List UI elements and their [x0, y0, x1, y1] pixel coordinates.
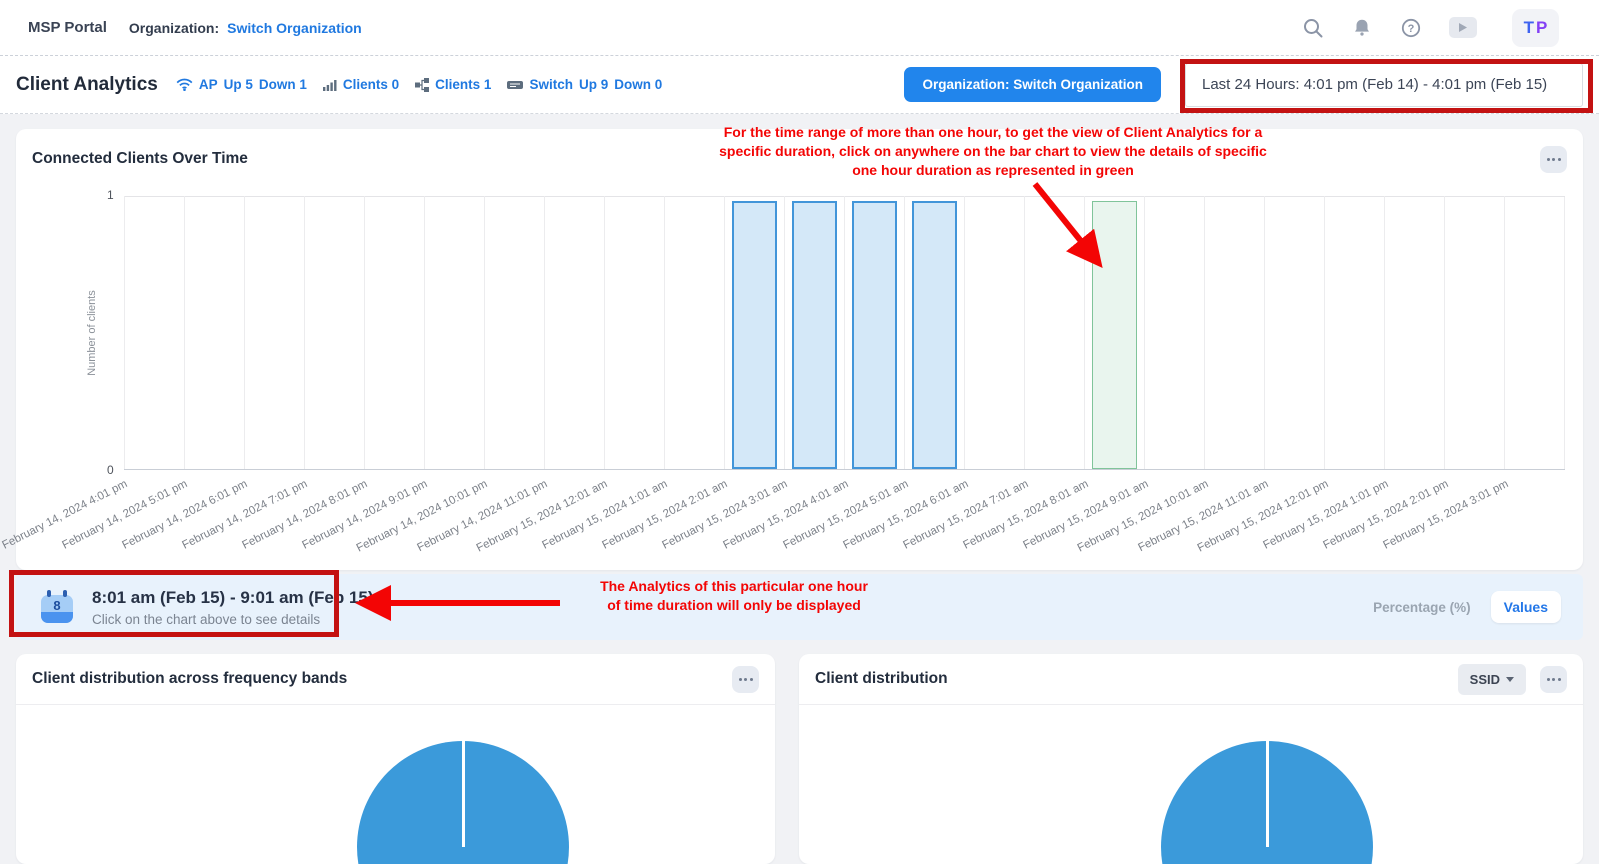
client-distribution-panel: Client distribution SSID	[799, 654, 1583, 864]
ssid-dropdown-label: SSID	[1470, 672, 1500, 687]
chart-bin-11[interactable]	[784, 196, 844, 469]
chart-bin-15[interactable]	[1024, 196, 1084, 469]
client-count-bar[interactable]	[852, 201, 897, 469]
signal-bars-icon	[323, 79, 337, 91]
organization-label: Organization:	[129, 20, 219, 36]
video-tutorial-icon[interactable]	[1449, 17, 1477, 38]
stat-switch-label: Switch	[529, 77, 573, 92]
chart-bin-17[interactable]	[1144, 196, 1204, 469]
stat-clients-signal[interactable]: Clients 0	[323, 77, 399, 92]
stat-clients-topology[interactable]: Clients 1	[415, 77, 491, 92]
frequency-panel-more-options-button[interactable]	[732, 666, 759, 693]
x-axis-labels: February 14, 2024 4:01 pmFebruary 14, 20…	[124, 470, 1565, 562]
chart-bin-9[interactable]	[664, 196, 724, 469]
avatar-initial-last: P	[1536, 18, 1547, 38]
selected-hour-bar: 8 8:01 am (Feb 15) - 9:01 am (Feb 15) Cl…	[16, 574, 1583, 640]
distribution-panel-more-options-button[interactable]	[1540, 666, 1567, 693]
values-toggle[interactable]: Values	[1491, 591, 1561, 623]
chevron-down-icon	[1506, 677, 1514, 682]
frequency-bands-panel: Client distribution across frequency ban…	[16, 654, 775, 864]
search-icon[interactable]	[1302, 17, 1324, 39]
chart-bin-2[interactable]	[244, 196, 304, 469]
selected-hour-hint: Click on the chart above to see details	[92, 612, 374, 627]
chart-bin-1[interactable]	[184, 196, 244, 469]
selected-hour-range: 8:01 am (Feb 15) - 9:01 am (Feb 15)	[92, 588, 374, 608]
distribution-pie-chart[interactable]	[1161, 741, 1373, 864]
chart-bin-0[interactable]	[124, 196, 184, 469]
connected-clients-card: Connected Clients Over Time Number of cl…	[16, 129, 1583, 570]
topology-icon	[415, 78, 429, 92]
y-tick-1: 1	[107, 188, 114, 202]
stat-ap-label: AP	[199, 77, 218, 92]
chart-bin-16[interactable]	[1084, 196, 1144, 469]
chart-bin-3[interactable]	[304, 196, 364, 469]
organization-switch-button[interactable]: Organization: Switch Organization	[904, 67, 1161, 102]
client-count-bar[interactable]	[732, 201, 777, 469]
chart-bin-4[interactable]	[364, 196, 424, 469]
stat-switch-up: Up 9	[579, 77, 608, 92]
wifi-icon	[176, 78, 193, 91]
pie-segment-divider	[1266, 741, 1269, 847]
stat-ap-up: Up 5	[224, 77, 253, 92]
distribution-panel-title: Client distribution	[815, 670, 948, 688]
chart-title: Connected Clients Over Time	[32, 150, 248, 168]
percentage-toggle[interactable]: Percentage (%)	[1373, 600, 1471, 615]
switch-icon	[507, 79, 523, 91]
calendar-icon: 8	[38, 588, 76, 626]
chart-bin-5[interactable]	[424, 196, 484, 469]
stat-clients-signal-label: Clients 0	[343, 77, 399, 92]
stat-switch-down: Down 0	[614, 77, 662, 92]
pie-segment-divider	[462, 741, 465, 847]
top-header: MSP Portal Organization: Switch Organiza…	[0, 0, 1599, 56]
chart-bin-22[interactable]	[1444, 196, 1504, 469]
y-axis-title: Number of clients	[86, 290, 98, 376]
notifications-bell-icon[interactable]	[1351, 17, 1373, 39]
frequency-pie-chart[interactable]	[357, 741, 569, 864]
stat-ap-down: Down 1	[259, 77, 307, 92]
stat-switch[interactable]: Switch Up 9 Down 0	[507, 77, 662, 92]
chart-bin-10[interactable]	[724, 196, 784, 469]
chart-bin-19[interactable]	[1264, 196, 1324, 469]
help-icon[interactable]: ?	[1400, 17, 1422, 39]
chart-bin-23[interactable]	[1504, 196, 1564, 469]
avatar-initial-first: T	[1524, 18, 1534, 38]
chart-bin-8[interactable]	[604, 196, 664, 469]
device-stats: AP Up 5 Down 1 Clients 0 Clients 1 Switc…	[176, 77, 662, 92]
y-tick-0: 0	[107, 463, 114, 477]
client-count-bar[interactable]	[792, 201, 837, 469]
chart-bin-6[interactable]	[484, 196, 544, 469]
time-range-selector[interactable]: Last 24 Hours: 4:01 pm (Feb 14) - 4:01 p…	[1185, 63, 1583, 107]
chart-bin-12[interactable]	[844, 196, 904, 469]
svg-text:?: ?	[1408, 23, 1415, 35]
app-title: MSP Portal	[28, 19, 107, 36]
chart-bin-20[interactable]	[1324, 196, 1384, 469]
chart-bin-21[interactable]	[1384, 196, 1444, 469]
bar-chart[interactable]: Number of clients 1 0 February 14, 2024 …	[32, 175, 1567, 562]
video-chip	[1449, 17, 1477, 38]
ssid-dropdown[interactable]: SSID	[1458, 664, 1526, 695]
chart-bin-18[interactable]	[1204, 196, 1264, 469]
chart-plot-area[interactable]: 1 0	[124, 196, 1565, 470]
selected-hour-highlight-bar[interactable]	[1092, 201, 1137, 469]
chart-bin-7[interactable]	[544, 196, 604, 469]
frequency-panel-title: Client distribution across frequency ban…	[32, 670, 347, 688]
svg-text:8: 8	[53, 598, 60, 613]
avatar[interactable]: T P	[1512, 9, 1559, 47]
chart-bin-14[interactable]	[964, 196, 1024, 469]
organization-link[interactable]: Switch Organization	[227, 20, 362, 36]
client-count-bar[interactable]	[912, 201, 957, 469]
chart-more-options-button[interactable]	[1540, 146, 1567, 173]
analytics-toolbar: Client Analytics AP Up 5 Down 1 Clients …	[0, 56, 1599, 114]
stat-clients-topology-label: Clients 1	[435, 77, 491, 92]
stat-ap[interactable]: AP Up 5 Down 1	[176, 77, 307, 92]
chart-bin-13[interactable]	[904, 196, 964, 469]
page-title: Client Analytics	[16, 74, 158, 96]
distribution-panels: Client distribution across frequency ban…	[16, 654, 1583, 864]
